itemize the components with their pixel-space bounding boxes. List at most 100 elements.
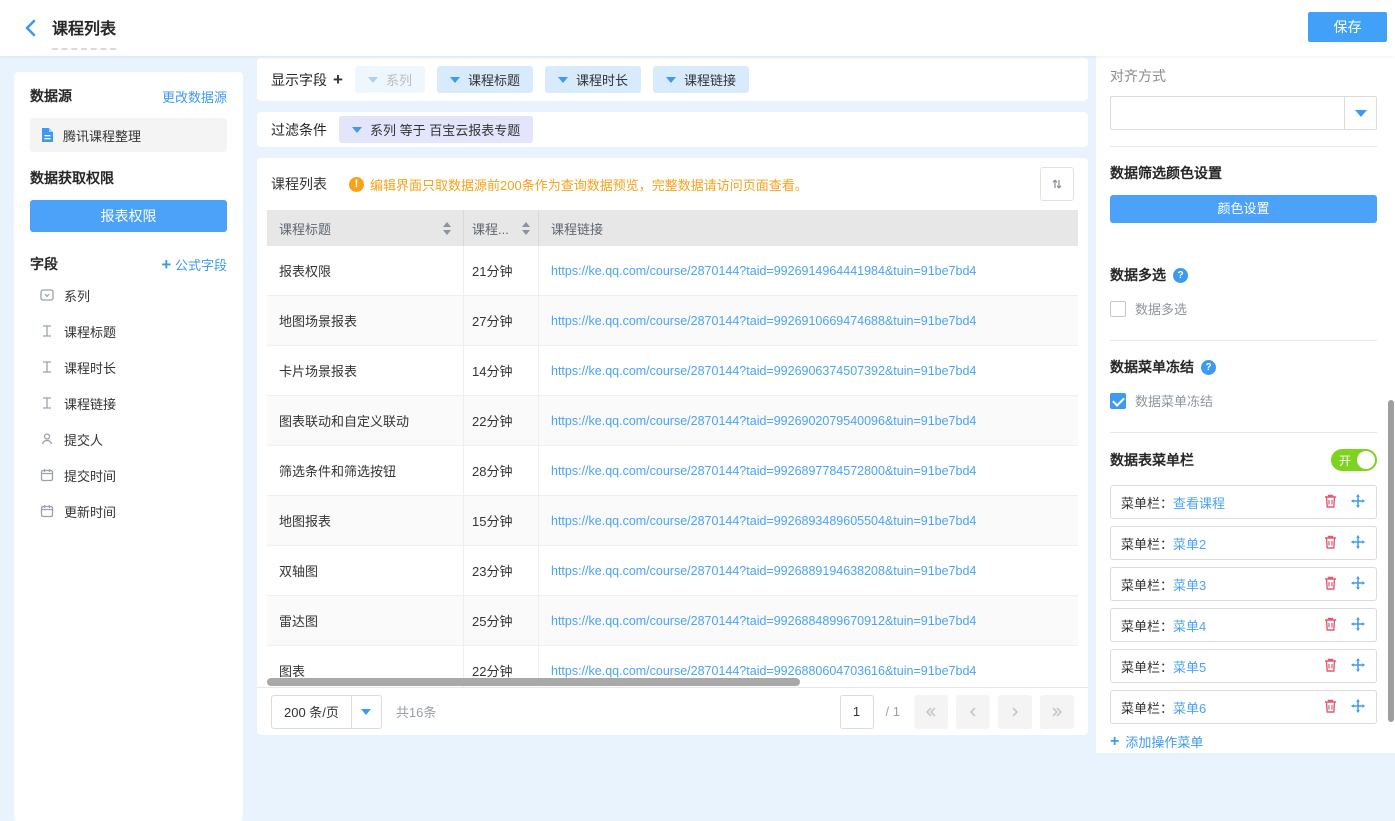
filter-color-title: 数据筛选颜色设置 — [1110, 163, 1377, 183]
cell-course-title: 图表联动和自定义联动 — [267, 396, 464, 445]
menubar-item-link[interactable]: 菜单6 — [1173, 698, 1206, 717]
table-row: 图表联动和自定义联动 22分钟 https://ke.qq.com/course… — [267, 396, 1078, 446]
course-link[interactable]: https://ke.qq.com/course/2870144?taid=99… — [551, 314, 976, 328]
menubar-item-link[interactable]: 菜单4 — [1173, 616, 1206, 635]
last-page-button[interactable] — [1040, 695, 1074, 729]
field-tag-course-duration[interactable]: 课程时长 — [545, 66, 641, 93]
course-link[interactable]: https://ke.qq.com/course/2870144?taid=99… — [551, 414, 976, 428]
document-icon — [40, 127, 55, 143]
column-header-course-duration[interactable]: 课程... — [464, 210, 539, 246]
change-datasource-link[interactable]: 更改数据源 — [162, 87, 227, 106]
course-link[interactable]: https://ke.qq.com/course/2870144?taid=99… — [551, 364, 976, 378]
vertical-scrollbar[interactable] — [1388, 400, 1394, 722]
field-tag-series[interactable]: 系列 — [355, 66, 425, 93]
help-icon[interactable]: ? — [1173, 268, 1188, 283]
field-item-submit-time[interactable]: 提交时间 — [30, 460, 227, 490]
menubar-item-link[interactable]: 菜单2 — [1173, 534, 1206, 553]
first-page-button[interactable] — [914, 695, 948, 729]
menubar-toggle[interactable]: 开 — [1331, 449, 1377, 471]
menu-freeze-checkbox[interactable] — [1110, 393, 1126, 409]
sort-icon[interactable] — [443, 222, 451, 235]
delete-icon[interactable] — [1323, 575, 1338, 594]
datasource-panel: 数据源 更改数据源 腾讯课程整理 数据获取权限 报表权限 — [14, 72, 243, 248]
table-row: 筛选条件和筛选按钮 28分钟 https://ke.qq.com/course/… — [267, 446, 1078, 496]
delete-icon[interactable] — [1323, 534, 1338, 553]
help-icon[interactable]: ? — [1201, 360, 1216, 375]
table-row: 双轴图 23分钟 https://ke.qq.com/course/287014… — [267, 546, 1078, 596]
divider — [1110, 146, 1377, 147]
cell-course-title: 报表权限 — [267, 246, 464, 295]
table-title: 课程列表 — [271, 174, 327, 194]
color-settings-button[interactable]: 颜色设置 — [1110, 195, 1377, 223]
move-icon[interactable] — [1350, 534, 1366, 553]
move-icon[interactable] — [1350, 698, 1366, 717]
course-link[interactable]: https://ke.qq.com/course/2870144?taid=99… — [551, 464, 976, 478]
menubar-item: 菜单栏：菜单3 — [1110, 567, 1377, 601]
fields-title: 字段 — [30, 254, 58, 274]
warning-message: ! 编辑界面只取数据源前200条作为查询数据预览，完整数据请访问页面查看。 — [349, 175, 1040, 194]
cell-course-duration: 23分钟 — [464, 546, 539, 595]
toggle-on-label: 开 — [1339, 452, 1351, 469]
sort-icon[interactable] — [522, 222, 530, 235]
align-select[interactable] — [1110, 96, 1377, 130]
page-number-input[interactable] — [840, 695, 874, 729]
course-link[interactable]: https://ke.qq.com/course/2870144?taid=99… — [551, 564, 976, 578]
delete-icon[interactable] — [1323, 616, 1338, 635]
cell-course-duration: 28分钟 — [464, 446, 539, 495]
add-field-icon[interactable]: + — [333, 71, 343, 88]
display-fields-card: 显示字段 + 系列 课程标题 课程时长 课程链接 — [257, 58, 1088, 101]
chevron-down-icon — [368, 77, 378, 83]
column-header-course-link: 课程链接 — [539, 210, 1078, 246]
delete-icon[interactable] — [1323, 698, 1338, 717]
select-icon — [40, 288, 54, 302]
move-icon[interactable] — [1350, 616, 1366, 635]
menubar-item-link[interactable]: 菜单5 — [1173, 657, 1206, 676]
filter-condition-tag[interactable]: 系列 等于 百宝云报表专题 — [339, 116, 533, 143]
field-item-series[interactable]: 系列 — [30, 280, 227, 310]
field-item-update-time[interactable]: 更新时间 — [30, 496, 227, 526]
move-icon[interactable] — [1350, 575, 1366, 594]
move-icon[interactable] — [1350, 493, 1366, 512]
add-action-menu-link[interactable]: + 添加操作菜单 — [1110, 732, 1377, 751]
cell-course-title: 卡片场景报表 — [267, 346, 464, 395]
table-menubar-title: 数据表菜单栏 — [1110, 450, 1194, 470]
display-fields-label: 显示字段 + — [271, 70, 343, 90]
pagination: / 1 — [840, 695, 1074, 729]
menubar-item-link[interactable]: 查看课程 — [1173, 493, 1225, 512]
delete-icon[interactable] — [1323, 657, 1338, 676]
next-page-button[interactable] — [998, 695, 1032, 729]
course-link[interactable]: https://ke.qq.com/course/2870144?taid=99… — [551, 514, 976, 528]
field-tag-course-title[interactable]: 课程标题 — [437, 66, 533, 93]
table-row: 地图报表 15分钟 https://ke.qq.com/course/28701… — [267, 496, 1078, 546]
calendar-icon — [40, 468, 54, 482]
move-icon[interactable] — [1350, 657, 1366, 676]
cell-course-title: 地图报表 — [267, 496, 464, 545]
sort-arrows-icon — [1049, 176, 1065, 192]
field-item-submitter[interactable]: 提交人 — [30, 424, 227, 454]
save-button[interactable]: 保存 — [1308, 12, 1387, 42]
add-formula-field-link[interactable]: + 公式字段 — [161, 255, 227, 274]
course-link[interactable]: https://ke.qq.com/course/2870144?taid=99… — [551, 264, 976, 278]
back-icon[interactable] — [20, 17, 42, 39]
menubar-item: 菜单栏：菜单2 — [1110, 526, 1377, 560]
report-permission-button[interactable]: 报表权限 — [30, 200, 227, 232]
course-link[interactable]: https://ke.qq.com/course/2870144?taid=99… — [551, 664, 976, 678]
field-item-course-duration[interactable]: 课程时长 — [30, 352, 227, 382]
datasource-item[interactable]: 腾讯课程整理 — [30, 118, 227, 152]
page-size-select[interactable]: 200 条/页 — [271, 695, 382, 729]
course-link[interactable]: https://ke.qq.com/course/2870144?taid=99… — [551, 614, 976, 628]
table-row: 雷达图 25分钟 https://ke.qq.com/course/287014… — [267, 596, 1078, 646]
multi-select-checkbox[interactable] — [1110, 301, 1126, 317]
field-item-course-title[interactable]: 课程标题 — [30, 316, 227, 346]
horizontal-scrollbar[interactable] — [267, 678, 800, 686]
column-header-course-title[interactable]: 课程标题 — [267, 210, 464, 246]
reorder-columns-button[interactable] — [1040, 167, 1074, 201]
menubar-item-link[interactable]: 菜单3 — [1173, 575, 1206, 594]
prev-page-button[interactable] — [956, 695, 990, 729]
menu-freeze-checkbox-label: 数据菜单冻结 — [1135, 391, 1213, 410]
field-list: 系列 课程标题 课程时长 课程链接 提交人 提交时间 — [30, 280, 227, 526]
field-tag-course-link[interactable]: 课程链接 — [653, 66, 749, 93]
delete-icon[interactable] — [1323, 493, 1338, 512]
menubar-item: 菜单栏：查看课程 — [1110, 485, 1377, 519]
field-item-course-link[interactable]: 课程链接 — [30, 388, 227, 418]
